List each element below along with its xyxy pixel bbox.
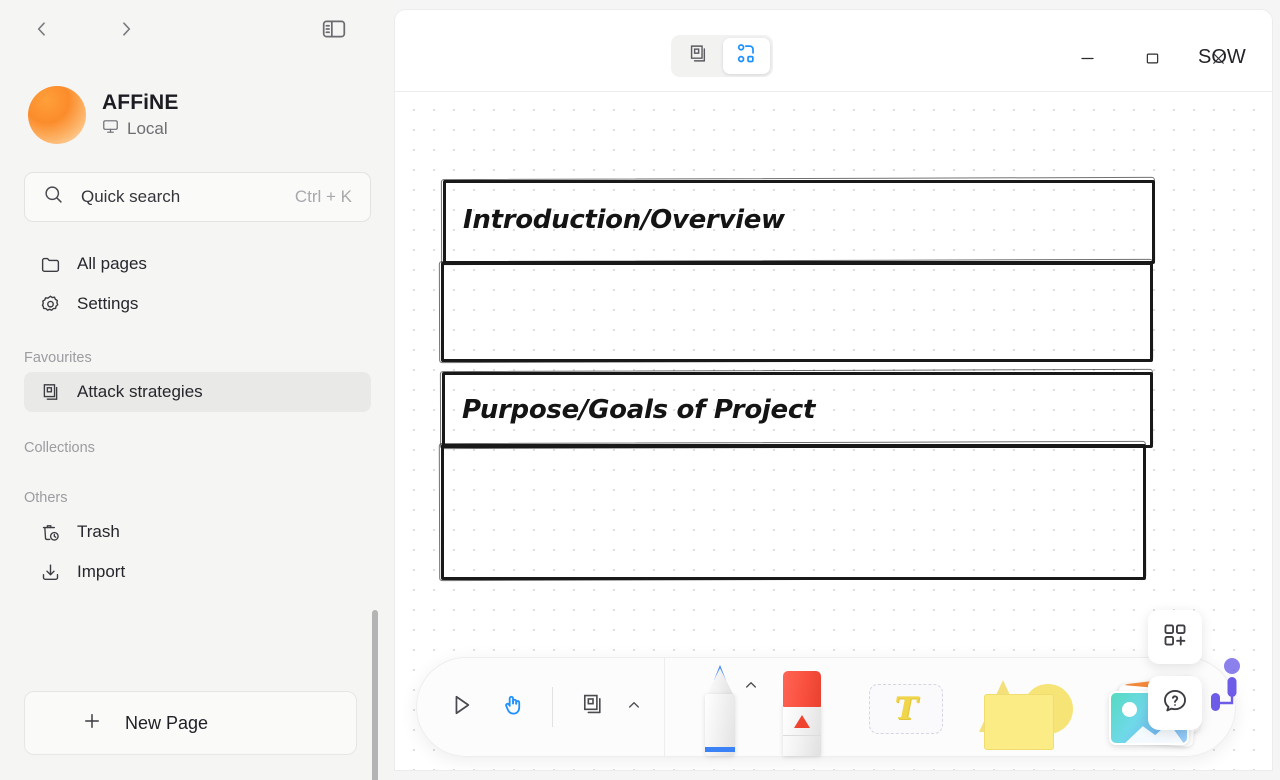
main-panel: SOW Introduction/Overview Purpose/Goals … <box>395 10 1272 770</box>
eraser-tool-button[interactable] <box>773 664 829 756</box>
select-tool-button[interactable] <box>439 685 483 729</box>
sidebar-item-label: Settings <box>77 294 139 313</box>
template-add-icon <box>1162 622 1188 653</box>
note-options-caret[interactable] <box>622 697 646 718</box>
search-icon <box>43 184 64 210</box>
canvas-note-text[interactable]: Introduction/Overview <box>463 205 785 235</box>
page-icon <box>40 382 61 403</box>
nav-forward-button[interactable] <box>110 15 142 47</box>
section-label-others: Others <box>24 490 68 506</box>
note-icon <box>580 692 605 722</box>
help-button[interactable] <box>1148 676 1202 730</box>
desktop-icon <box>102 118 119 140</box>
sidebar-item-all-pages[interactable]: All pages <box>24 244 371 284</box>
chevron-left-icon <box>32 19 52 44</box>
edgeless-toolbar: T <box>416 657 1236 757</box>
quick-search-shortcut: Ctrl + K <box>294 187 352 206</box>
help-question-icon <box>1161 687 1189 720</box>
trash-clock-icon <box>40 522 61 543</box>
edgeless-mode-icon <box>735 42 758 70</box>
pen-color-band <box>705 747 735 752</box>
mode-switch <box>671 35 773 77</box>
edgeless-canvas[interactable]: Introduction/Overview Purpose/Goals of P… <box>395 92 1272 770</box>
text-tool-button[interactable]: T <box>869 684 943 734</box>
window-maximize-button[interactable] <box>1129 38 1175 84</box>
workspace-name: AFFiNE <box>102 90 179 114</box>
sidebar-scrollbar[interactable] <box>372 610 378 780</box>
sidebar-nav-list: All pages Settings <box>0 244 395 324</box>
chevron-up-icon <box>626 700 642 717</box>
chevron-right-icon <box>116 19 136 44</box>
section-label-collections: Collections <box>24 440 95 456</box>
chevron-up-icon <box>743 680 759 697</box>
workspace-selector[interactable]: AFFiNE Local <box>24 82 354 148</box>
hand-icon <box>500 691 527 723</box>
canvas-note-block[interactable] <box>441 444 1146 580</box>
document-header: SOW <box>395 10 1272 92</box>
toolbar-divider <box>552 687 553 727</box>
tab-page-mode[interactable] <box>674 38 721 74</box>
hand-tool-button[interactable] <box>491 685 535 729</box>
toolbar-left-group <box>417 657 665 757</box>
sidebar-item-trash[interactable]: Trash <box>24 512 371 552</box>
shape-tool-button[interactable] <box>977 674 1081 756</box>
workspace-avatar <box>28 86 86 144</box>
new-page-button[interactable]: New Page <box>24 691 357 755</box>
workspace-status-label: Local <box>127 118 168 138</box>
quick-search-label: Quick search <box>81 187 181 206</box>
window-minimize-button[interactable] <box>1064 38 1110 84</box>
new-page-label: New Page <box>125 712 209 733</box>
eraser-head <box>783 671 821 707</box>
sidebar-item-label: Trash <box>77 522 120 541</box>
image-sun <box>1122 702 1137 717</box>
import-icon <box>40 562 61 583</box>
workspace-status: Local <box>102 118 178 140</box>
sidebar-collapse-button[interactable] <box>318 15 350 47</box>
page-mode-icon <box>687 43 709 70</box>
canvas-note-block[interactable] <box>441 262 1153 362</box>
canvas-note-text[interactable]: Purpose/Goals of Project <box>462 395 815 425</box>
maximize-icon <box>1143 49 1162 73</box>
close-icon <box>1209 49 1228 73</box>
sidebar-item-label: Attack strategies <box>77 382 203 401</box>
tab-edgeless-mode[interactable] <box>723 38 770 74</box>
sidebar: AFFiNE Local Quick search Ctrl + K All p… <box>0 0 395 780</box>
plus-icon <box>81 710 103 737</box>
select-arrow-icon <box>448 692 474 723</box>
workspace-info: AFFiNE Local <box>102 91 178 140</box>
nav-back-button[interactable] <box>26 15 58 47</box>
sidebar-item-label: All pages <box>77 254 147 273</box>
template-add-button[interactable] <box>1148 610 1202 664</box>
chevron-down-icon[interactable] <box>1271 51 1272 78</box>
eraser-body <box>783 704 821 756</box>
minimize-icon <box>1078 49 1097 73</box>
sidebar-item-label: Import <box>77 562 126 581</box>
eraser-line <box>783 735 821 736</box>
pen-options-caret[interactable] <box>743 677 759 698</box>
section-label-favourites: Favourites <box>24 350 92 366</box>
sidebar-item-attack-strategies[interactable]: Attack strategies <box>24 372 371 412</box>
quick-search-button[interactable]: Quick search Ctrl + K <box>24 172 371 222</box>
sidebar-item-import[interactable]: Import <box>24 552 371 592</box>
note-tool-button[interactable] <box>570 685 614 729</box>
sidebar-collapse-icon <box>321 16 347 47</box>
window-close-button[interactable] <box>1195 38 1241 84</box>
sidebar-topbar <box>0 0 395 62</box>
text-tool-icon: T <box>894 691 918 727</box>
shape-rectangle-icon <box>984 694 1054 750</box>
sidebar-item-settings[interactable]: Settings <box>24 284 371 324</box>
folder-icon <box>40 254 61 275</box>
pen-tool-button[interactable] <box>691 664 756 756</box>
gear-icon <box>40 294 61 315</box>
